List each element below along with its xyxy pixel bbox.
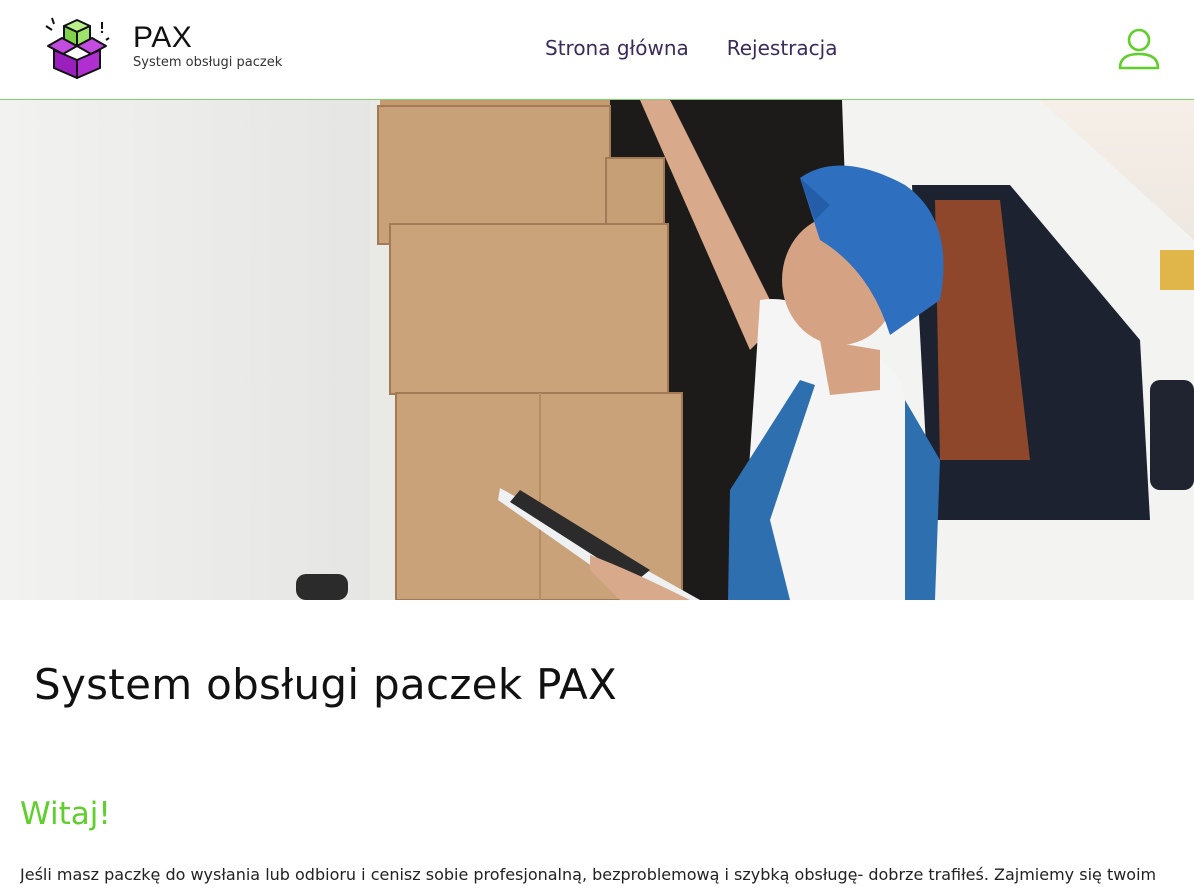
site-header: PAX System obsługi paczek Strona główna …: [0, 0, 1194, 100]
brand[interactable]: PAX System obsługi paczek: [133, 22, 282, 71]
nav-item-register[interactable]: Rejestracja: [727, 36, 838, 60]
hero-image: [0, 100, 1194, 600]
intro-paragraph: Jeśli masz paczkę do wysłania lub odbior…: [20, 865, 1157, 884]
welcome-heading: Witaj!: [20, 796, 111, 832]
brand-name: PAX: [133, 21, 193, 54]
page-title: System obsługi paczek PAX: [34, 660, 618, 709]
courier-loading-van-photo: [0, 100, 1194, 600]
nav-item-home[interactable]: Strona główna: [545, 36, 689, 60]
package-box-icon[interactable]: [44, 16, 110, 82]
brand-tagline: System obsługi paczek: [133, 55, 283, 70]
user-account-icon[interactable]: [1116, 26, 1162, 72]
main-nav: Strona główna Rejestracja: [545, 36, 837, 60]
